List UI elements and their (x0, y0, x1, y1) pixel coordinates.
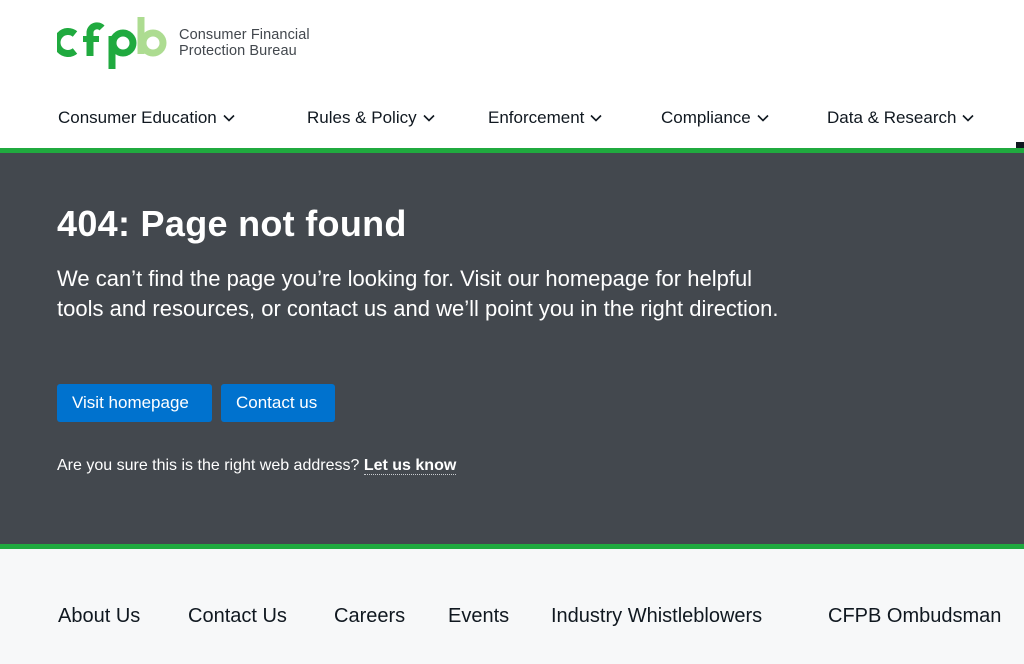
footer-link-contact-us[interactable]: Contact Us (188, 605, 287, 628)
site-footer: About Us Contact Us Careers Events Indus… (0, 549, 1024, 664)
error-hero: 404: Page not found We can’t find the pa… (0, 153, 1024, 544)
cfpb-logo[interactable]: Consumer Financial Protection Bureau (57, 16, 310, 70)
footer-link-industry-whistleblowers[interactable]: Industry Whistleblowers (551, 605, 762, 628)
nav-label: Rules & Policy (307, 108, 417, 127)
let-us-know-link[interactable]: Let us know (363, 457, 457, 475)
cfpb-logo-mark (57, 17, 167, 69)
footer-link-careers[interactable]: Careers (334, 605, 405, 628)
nav-compliance[interactable]: Compliance (661, 108, 770, 128)
chevron-down-icon (962, 114, 975, 122)
nav-rules-policy[interactable]: Rules & Policy (307, 108, 436, 128)
nav-enforcement[interactable]: Enforcement (488, 108, 603, 128)
nav-label: Compliance (661, 108, 751, 127)
main-nav: Consumer Education Rules & Policy Enforc… (0, 100, 1024, 140)
nav-label: Consumer Education (58, 108, 217, 127)
chevron-down-icon (757, 114, 769, 122)
nav-label: Enforcement (488, 108, 585, 127)
chevron-down-icon (590, 114, 602, 122)
nav-label: Data & Research (827, 108, 957, 127)
contact-us-button[interactable]: Contact us (221, 384, 335, 422)
logo-wordmark: Consumer Financial Protection Bureau (179, 27, 339, 59)
footer-link-about-us[interactable]: About Us (58, 605, 140, 628)
page-title: 404: Page not found (57, 203, 407, 244)
address-hint-text: Are you sure this is the right web addre… (57, 457, 360, 474)
visit-homepage-button[interactable]: Visit homepage (57, 384, 212, 422)
logo-line-1: Consumer Financial (179, 27, 310, 43)
address-hint: Are you sure this is the right web addre… (57, 457, 457, 475)
chevron-down-icon (223, 114, 235, 122)
chevron-down-icon (423, 114, 435, 122)
nav-data-research[interactable]: Data & Research (827, 108, 975, 128)
site-header: Consumer Financial Protection Bureau Con… (0, 0, 1024, 148)
footer-link-events[interactable]: Events (448, 605, 509, 628)
footer-link-cfpb-ombudsman[interactable]: CFPB Ombudsman (828, 605, 1001, 628)
nav-consumer-education[interactable]: Consumer Education (58, 108, 236, 128)
error-description: We can’t find the page you’re looking fo… (57, 266, 779, 321)
logo-line-2: Protection Bureau (179, 43, 297, 59)
